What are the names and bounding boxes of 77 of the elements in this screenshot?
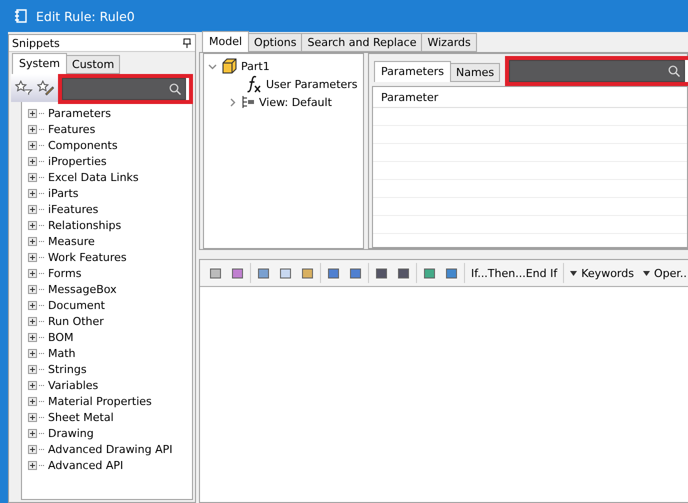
expand-icon[interactable] — [28, 188, 37, 198]
expand-icon[interactable] — [28, 268, 37, 278]
tree-item[interactable]: Math — [48, 346, 76, 360]
tree-item[interactable]: Components — [48, 138, 118, 152]
expand-icon[interactable] — [28, 252, 37, 262]
tree-item[interactable]: iParts — [48, 186, 79, 200]
statement-button[interactable]: If...Then...End If — [468, 263, 560, 283]
tree-item[interactable]: Measure — [48, 234, 95, 248]
tree-item[interactable]: Advanced API — [48, 458, 124, 472]
expand-icon[interactable] — [28, 108, 37, 118]
tree-item[interactable]: Excel Data Links — [48, 170, 139, 184]
expand-icon[interactable] — [28, 412, 37, 422]
search-icon — [169, 83, 181, 95]
expand-icon[interactable] — [28, 236, 37, 246]
expand-icon[interactable] — [28, 364, 37, 374]
tree-item[interactable]: iProperties — [48, 154, 107, 168]
window-title: Edit Rule: Rule0 — [36, 8, 135, 24]
tab[interactable]: Search and Replace — [301, 33, 422, 52]
expand-icon[interactable] — [28, 172, 37, 182]
expand-icon[interactable] — [28, 204, 37, 214]
chevron-right-icon[interactable] — [228, 98, 237, 106]
star-filter-icon[interactable] — [15, 80, 32, 96]
search-field[interactable] — [62, 78, 186, 100]
tab[interactable]: System — [12, 53, 68, 74]
tree-item[interactable]: Run Other — [48, 314, 104, 328]
expand-icon[interactable] — [28, 348, 37, 358]
tree-item[interactable]: Work Features — [48, 250, 127, 264]
chevron-down-icon[interactable] — [208, 62, 217, 70]
search-icon — [668, 65, 680, 77]
tree-item[interactable]: Parameters — [48, 106, 111, 120]
expand-icon[interactable] — [28, 220, 37, 230]
tree-item[interactable]: Drawing — [48, 426, 94, 440]
expand-icon[interactable] — [28, 444, 37, 454]
menu-button[interactable]: Oper... — [640, 263, 688, 283]
tree-item[interactable]: Document — [48, 298, 105, 312]
function-icon — [246, 75, 262, 93]
view-tree-icon — [241, 95, 255, 109]
tree-item[interactable]: Material Properties — [48, 394, 152, 408]
tab[interactable]: Options — [248, 33, 302, 52]
expand-icon[interactable] — [28, 140, 37, 150]
tree-item[interactable]: View: Default — [259, 96, 332, 108]
tab[interactable]: Names — [450, 63, 500, 82]
tree-item[interactable]: iFeatures — [48, 202, 98, 216]
tab[interactable]: Custom — [66, 55, 120, 74]
expand-icon[interactable] — [28, 428, 37, 438]
tree-item[interactable]: Part1 — [241, 60, 270, 72]
expand-icon[interactable] — [28, 284, 37, 294]
expand-icon[interactable] — [28, 124, 37, 134]
pin-icon[interactable] — [182, 38, 192, 48]
tree-item[interactable]: Sheet Metal — [48, 410, 114, 424]
star-edit-icon[interactable] — [36, 80, 54, 96]
tree-item[interactable]: Advanced Drawing API — [48, 442, 172, 456]
expand-icon[interactable] — [28, 156, 37, 166]
expand-icon[interactable] — [28, 316, 37, 326]
expand-icon[interactable] — [28, 460, 37, 470]
caret-icon — [642, 270, 650, 276]
tree-item[interactable]: BOM — [48, 330, 74, 344]
rule-icon — [14, 9, 28, 23]
tab[interactable]: Model — [202, 31, 250, 52]
tab[interactable]: Wizards — [421, 33, 477, 52]
tree-item[interactable]: Variables — [48, 378, 98, 392]
tree-item[interactable]: Forms — [48, 266, 82, 280]
expand-icon[interactable] — [28, 300, 37, 310]
tree-item[interactable]: Relationships — [48, 218, 122, 232]
tree-item[interactable]: Strings — [48, 362, 87, 376]
caret-icon — [570, 270, 578, 276]
expand-icon[interactable] — [28, 332, 37, 342]
tree-item[interactable]: Features — [48, 122, 96, 136]
expand-icon[interactable] — [28, 380, 37, 390]
tree-item[interactable]: MessageBox — [48, 282, 117, 296]
column-header[interactable]: Parameter — [381, 90, 438, 104]
tree-item[interactable]: User Parameters — [266, 78, 358, 90]
cube-icon — [221, 58, 237, 74]
menu-button[interactable]: Keywords — [567, 263, 637, 283]
panel-title: Snippets — [12, 36, 60, 50]
expand-icon[interactable] — [28, 396, 37, 406]
tab[interactable]: Parameters — [374, 61, 451, 82]
